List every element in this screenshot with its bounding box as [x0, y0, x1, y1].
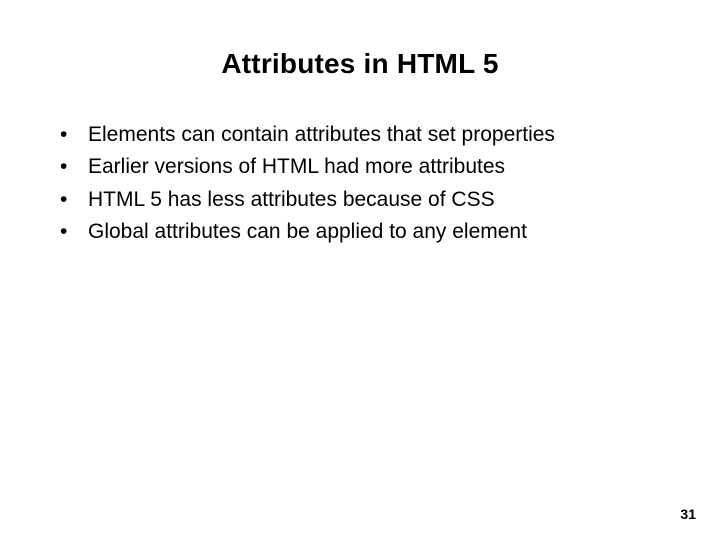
- list-item-text: Earlier versions of HTML had more attrib…: [88, 152, 505, 182]
- list-item: • HTML 5 has less attributes because of …: [60, 185, 720, 215]
- bullet-list: • Elements can contain attributes that s…: [60, 120, 720, 248]
- bullet-icon: •: [60, 152, 88, 182]
- slide: Attributes in HTML 5 • Elements can cont…: [0, 0, 720, 540]
- list-item-text: Elements can contain attributes that set…: [88, 120, 555, 150]
- bullet-icon: •: [60, 120, 88, 150]
- page-title: Attributes in HTML 5: [0, 0, 720, 80]
- bullet-icon: •: [60, 185, 88, 215]
- list-item-text: Global attributes can be applied to any …: [88, 217, 527, 247]
- list-item: • Elements can contain attributes that s…: [60, 120, 720, 150]
- list-item: • Earlier versions of HTML had more attr…: [60, 152, 720, 182]
- bullet-icon: •: [60, 217, 88, 247]
- page-number: 31: [680, 506, 696, 522]
- list-item: • Global attributes can be applied to an…: [60, 217, 720, 247]
- list-item-text: HTML 5 has less attributes because of CS…: [88, 185, 495, 215]
